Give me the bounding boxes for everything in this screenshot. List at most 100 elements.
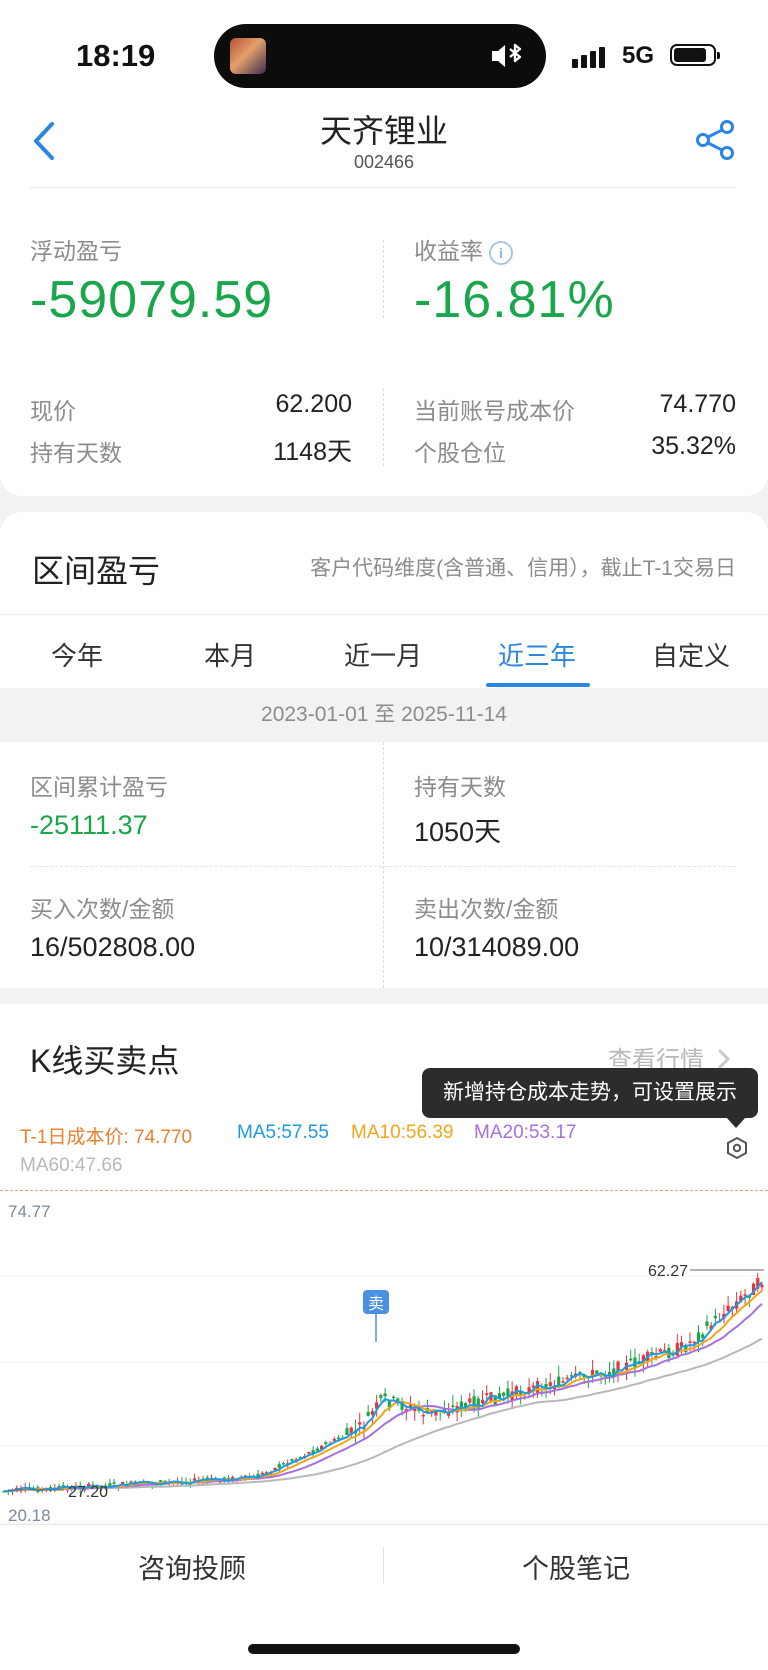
bluetooth-mute-icon xyxy=(492,43,522,67)
candle-body xyxy=(726,1305,730,1311)
ma10-line xyxy=(3,1290,763,1493)
cost-legend: T-1日成本价: 74.770 xyxy=(20,1127,193,1148)
candle-body xyxy=(468,1398,472,1403)
kline-chart[interactable]: 62.27 27.20 卖 xyxy=(0,1196,768,1524)
cum-pl-label: 区间累计盈亏 xyxy=(30,774,168,800)
candle-body xyxy=(332,1438,336,1441)
candle-body xyxy=(336,1437,341,1440)
bottom-action-bar: 咨询投顾 个股笔记 xyxy=(0,1524,768,1670)
hold-days-value: 1148天 xyxy=(273,438,352,466)
tab-this-month[interactable]: 本月 xyxy=(155,636,305,673)
position-ratio-value: 35.32% xyxy=(651,432,736,460)
return-rate-label: 收益率 i xyxy=(414,232,513,266)
candle-body xyxy=(629,1358,633,1361)
chevron-right-icon xyxy=(718,1049,730,1069)
candle-body xyxy=(366,1411,370,1416)
stock-notes-button[interactable]: 个股笔记 xyxy=(384,1547,768,1586)
stock-code: 002466 xyxy=(353,152,415,172)
status-time: 18:19 xyxy=(76,38,156,73)
candle-body xyxy=(760,1284,764,1288)
share-icon[interactable] xyxy=(694,118,738,162)
tab-last-three-years[interactable]: 近三年 xyxy=(462,636,612,673)
candle-body xyxy=(658,1349,662,1352)
candle-body xyxy=(565,1377,569,1380)
tab-last-month[interactable]: 近一月 xyxy=(308,636,458,673)
candle-body xyxy=(743,1294,747,1296)
candle-body xyxy=(324,1442,328,1445)
buy-count-label: 买入次数/金额 xyxy=(30,896,175,922)
interval-grid-vdivider xyxy=(383,742,384,988)
price-label: 现价 xyxy=(30,398,76,424)
floating-pl-label: 浮动盈亏 xyxy=(30,238,122,264)
candle-body xyxy=(345,1428,349,1435)
cum-pl-value: -25111.37 xyxy=(30,810,148,840)
home-indicator[interactable] xyxy=(248,1644,520,1654)
ma60-legend: MA60:47.66 xyxy=(20,1155,123,1176)
ma20-line xyxy=(3,1302,763,1493)
tab-this-year[interactable]: 今年 xyxy=(2,636,152,673)
hold-days-label: 持有天数 xyxy=(30,440,122,466)
candle-body xyxy=(290,1459,294,1462)
candle-body xyxy=(548,1382,552,1386)
active-tab-indicator xyxy=(486,683,590,687)
summary-divider xyxy=(383,240,384,318)
tooltip-arrow xyxy=(726,1117,746,1128)
candle-body xyxy=(696,1332,701,1342)
cost-price-value: 74.770 xyxy=(659,390,736,418)
kline-title: K线买卖点 xyxy=(30,1043,180,1079)
candle-body xyxy=(688,1341,692,1344)
candle-body xyxy=(561,1381,565,1383)
candle-body xyxy=(607,1372,612,1375)
candle-body xyxy=(480,1399,485,1404)
network-type: 5G xyxy=(622,42,655,69)
tab-custom[interactable]: 自定义 xyxy=(616,636,766,673)
ma10-legend: MA10:56.39 xyxy=(351,1122,454,1143)
battery-icon xyxy=(670,44,720,66)
candle-body xyxy=(307,1452,311,1454)
candle-body xyxy=(705,1321,709,1327)
floating-pl-value: -59079.59 xyxy=(30,271,274,329)
interval-note: 客户代码维度(含普通、信用），截止T-1交易日 xyxy=(310,557,736,580)
candle-body xyxy=(595,1370,599,1374)
sell-marker-label: 卖 xyxy=(368,1294,384,1313)
interval-hold-days-value: 1050天 xyxy=(414,817,502,847)
sell-count-label: 卖出次数/金额 xyxy=(414,896,559,922)
price-value: 62.200 xyxy=(275,390,352,418)
candle-body xyxy=(112,1482,116,1484)
stock-name: 天齐锂业 xyxy=(319,113,448,149)
candle-body xyxy=(391,1396,396,1399)
candle-body xyxy=(192,1478,197,1481)
consult-advisor-button[interactable]: 咨询投顾 xyxy=(0,1547,384,1586)
tabs-divider xyxy=(0,614,768,615)
candle-body xyxy=(277,1464,281,1468)
summary-divider-2 xyxy=(383,388,384,466)
candle-body xyxy=(358,1422,362,1425)
dynamic-island[interactable] xyxy=(214,24,546,88)
status-bar: 18:19 5G xyxy=(0,0,768,100)
candle-body xyxy=(502,1392,506,1396)
candle-body xyxy=(281,1463,286,1465)
candle-body xyxy=(379,1394,383,1399)
candle-body xyxy=(713,1315,718,1319)
position-ratio-label: 个股仓位 xyxy=(414,440,506,466)
min-price-label: 27.20 xyxy=(68,1484,108,1501)
max-price-label: 62.27 xyxy=(648,1263,688,1280)
sell-count-value: 10/314089.00 xyxy=(414,932,580,962)
interval-hold-days-label: 持有天数 xyxy=(414,774,506,800)
buy-count-value: 16/502808.00 xyxy=(30,932,196,962)
ma5-legend: MA5:57.55 xyxy=(237,1122,329,1143)
date-range: 2023-01-01 至 2025-11-14 xyxy=(0,688,768,742)
candle-body xyxy=(421,1414,425,1417)
return-rate-value: -16.81% xyxy=(414,271,615,329)
candle-body xyxy=(451,1405,455,1407)
cost-trend-tooltip[interactable]: 新增持仓成本走势，可设置展示 xyxy=(422,1068,758,1118)
info-icon[interactable]: i xyxy=(489,240,513,265)
ma20-legend: MA20:53.17 xyxy=(474,1122,577,1143)
candle-body xyxy=(701,1334,705,1338)
cost-price-label: 当前账号成本价 xyxy=(414,398,575,424)
nav-header: 天齐锂业 002466 xyxy=(0,100,768,188)
settings-hexagon-icon[interactable] xyxy=(726,1136,748,1160)
now-playing-artwork[interactable] xyxy=(230,38,266,74)
candle-body xyxy=(383,1393,387,1397)
cost-price-line xyxy=(0,1190,768,1191)
